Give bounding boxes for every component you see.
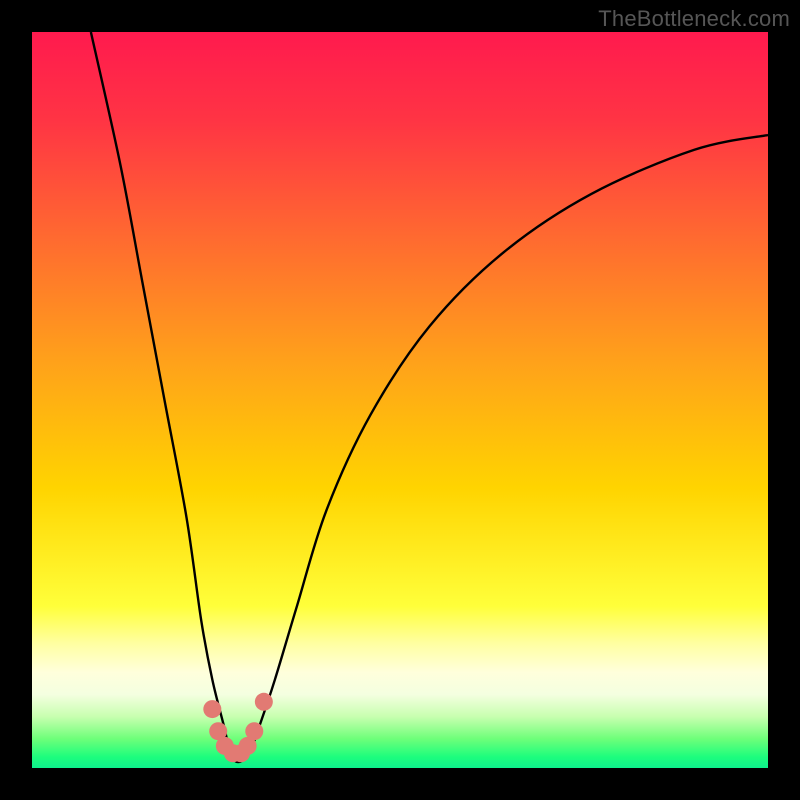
curve-marker — [255, 693, 273, 711]
chart-frame — [32, 32, 768, 768]
bottleneck-curve — [32, 32, 768, 768]
curve-marker — [203, 700, 221, 718]
watermark-text: TheBottleneck.com — [598, 6, 790, 32]
curve-marker — [245, 722, 263, 740]
